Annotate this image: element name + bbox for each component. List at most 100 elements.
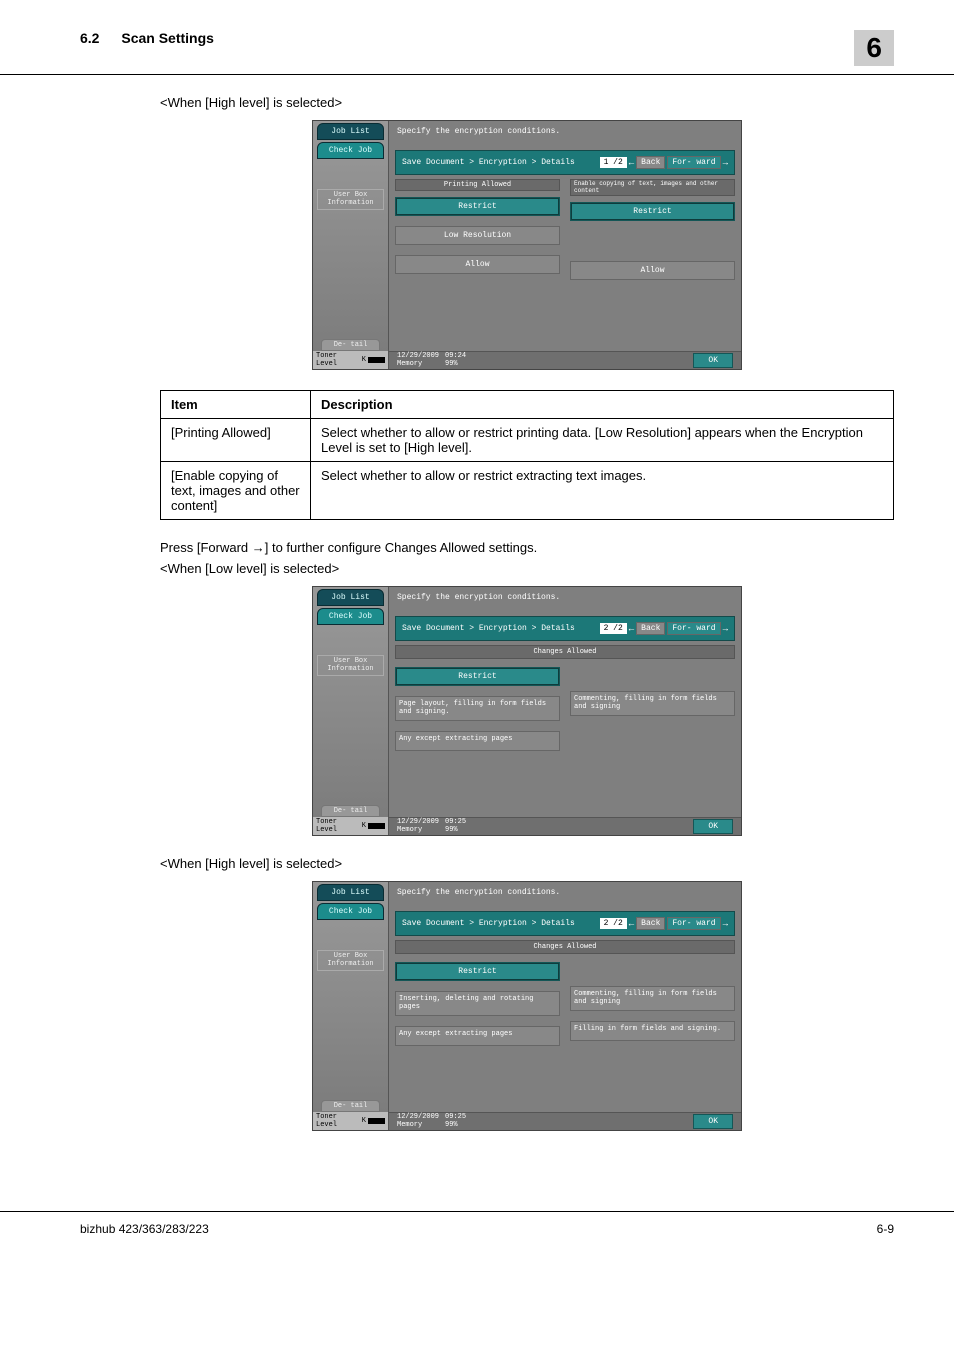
forward-button[interactable]: For- ward: [667, 917, 720, 930]
opt-any-except[interactable]: Any except extracting pages: [395, 731, 560, 751]
press-forward-text: Press [Forward →] to further configure C…: [160, 540, 894, 555]
screen-left-panel: Job List Check Job User Box Information …: [313, 882, 389, 1130]
memory-value: 99%: [445, 361, 466, 369]
memory-value: 99%: [445, 1122, 466, 1130]
opt-inserting[interactable]: Inserting, deleting and rotating pages: [395, 991, 560, 1016]
screen-printing-allowed: Job List Check Job User Box Information …: [312, 120, 742, 370]
ok-button[interactable]: OK: [693, 353, 733, 368]
arrow-right-icon: →: [723, 919, 728, 929]
opt-filling[interactable]: Filling in form fields and signing.: [570, 1021, 735, 1041]
footer-page-num: 6-9: [877, 1222, 894, 1236]
opt-commenting[interactable]: Commenting, filling in form fields and s…: [570, 986, 735, 1011]
tab-check-job[interactable]: Check Job: [317, 903, 384, 920]
tab-job-list[interactable]: Job List: [317, 589, 384, 606]
ok-button[interactable]: OK: [693, 1114, 733, 1129]
user-box-info[interactable]: User Box Information: [317, 655, 384, 676]
screen-body: Changes Allowed Restrict Page layout, fi…: [389, 641, 741, 765]
forward-button[interactable]: For- ward: [667, 622, 720, 635]
screen-footer: 12/29/2009 Memory 09:24 99% OK: [389, 351, 741, 369]
opt-restrict[interactable]: Restrict: [395, 962, 560, 981]
memory-label: Memory: [397, 1122, 439, 1130]
chapter-badge: 6: [854, 30, 894, 66]
toner-k: K: [362, 822, 366, 830]
breadcrumb-bar: Save Document > Encryption > Details 1 /…: [395, 150, 735, 175]
toner-level: Toner Level K: [313, 1112, 388, 1130]
tab-check-job[interactable]: Check Job: [317, 608, 384, 625]
footer-model: bizhub 423/363/283/223: [80, 1222, 209, 1236]
page-indicator: 1 /2: [600, 157, 627, 168]
changes-allowed-header: Changes Allowed: [395, 645, 735, 659]
tab-job-list[interactable]: Job List: [317, 123, 384, 140]
toner-bar: [368, 1118, 385, 1124]
detail-tab[interactable]: De- tail: [321, 805, 380, 817]
tab-job-list[interactable]: Job List: [317, 884, 384, 901]
screen-left-panel: Job List Check Job User Box Information …: [313, 587, 389, 835]
col-enable-copying: Enable copying of text, images and other…: [570, 179, 735, 290]
screen-body: Changes Allowed Restrict Inserting, dele…: [389, 936, 741, 1060]
opt-restrict[interactable]: Restrict: [395, 667, 560, 686]
page-footer: bizhub 423/363/283/223 6-9: [0, 1211, 954, 1266]
opt-allow-copy[interactable]: Allow: [570, 261, 735, 280]
opt-allow-print[interactable]: Allow: [395, 255, 560, 274]
screen-changes-high: Job List Check Job User Box Information …: [312, 881, 742, 1131]
back-button[interactable]: Back: [636, 156, 665, 169]
tab-check-job[interactable]: Check Job: [317, 142, 384, 159]
detail-tab[interactable]: De- tail: [321, 1100, 380, 1112]
screen-footer: 12/29/2009 Memory 09:25 99% OK: [389, 817, 741, 835]
caption-low: <When [Low level] is selected>: [160, 561, 894, 576]
datetime-area: 12/29/2009 Memory 09:25 99%: [397, 819, 466, 834]
memory-label: Memory: [397, 827, 439, 835]
ok-button[interactable]: OK: [693, 819, 733, 834]
td-item-copying: [Enable copying of text, images and othe…: [161, 462, 311, 520]
toner-k: K: [362, 356, 366, 364]
screen-right-panel: Specify the encryption conditions. Save …: [389, 882, 741, 1130]
screen-right-panel: Specify the encryption conditions. Save …: [389, 121, 741, 369]
arrow-right-icon: →: [723, 624, 728, 634]
opt-any-except[interactable]: Any except extracting pages: [395, 1026, 560, 1046]
opt-restrict-copy[interactable]: Restrict: [570, 202, 735, 221]
opt-restrict-print[interactable]: Restrict: [395, 197, 560, 216]
back-button[interactable]: Back: [636, 622, 665, 635]
content-area: <When [High level] is selected> Job List…: [0, 75, 954, 1181]
toner-bar: [368, 357, 385, 363]
breadcrumb-bar: Save Document > Encryption > Details 2 /…: [395, 911, 735, 936]
caption-high-2: <When [High level] is selected>: [160, 856, 894, 871]
breadcrumb: Save Document > Encryption > Details: [402, 158, 575, 167]
arrow-left-icon: ←: [629, 158, 634, 168]
th-description: Description: [311, 391, 894, 419]
screen-changes-low: Job List Check Job User Box Information …: [312, 586, 742, 836]
nav-controls: 1 /2 ← Back For- ward →: [600, 156, 728, 169]
user-box-info[interactable]: User Box Information: [317, 189, 384, 210]
toner-level: Toner Level K: [313, 817, 388, 835]
breadcrumb: Save Document > Encryption > Details: [402, 919, 575, 928]
datetime-area: 12/29/2009 Memory 09:25 99%: [397, 1114, 466, 1129]
toner-bar: [368, 823, 385, 829]
toner-label: Toner Level: [316, 352, 360, 368]
forward-button[interactable]: For- ward: [667, 156, 720, 169]
toner-level: Toner Level K: [313, 351, 388, 369]
screen-instruction: Specify the encryption conditions.: [389, 121, 741, 140]
user-box-info[interactable]: User Box Information: [317, 950, 384, 971]
opt-commenting[interactable]: Commenting, filling in form fields and s…: [570, 691, 735, 716]
nav-controls: 2 /2 ← Back For- ward →: [600, 917, 728, 930]
nav-controls: 2 /2 ← Back For- ward →: [600, 622, 728, 635]
col-header-copying: Enable copying of text, images and other…: [570, 179, 735, 196]
opt-page-layout[interactable]: Page layout, filling in form fields and …: [395, 696, 560, 721]
datetime-area: 12/29/2009 Memory 09:24 99%: [397, 353, 466, 368]
toner-label: Toner Level: [316, 1113, 360, 1129]
screen-instruction: Specify the encryption conditions.: [389, 587, 741, 606]
arrow-right-icon: →: [723, 158, 728, 168]
toner-k: K: [362, 1117, 366, 1125]
opt-low-resolution[interactable]: Low Resolution: [395, 226, 560, 245]
arrow-left-icon: ←: [629, 919, 634, 929]
toner-label: Toner Level: [316, 818, 360, 834]
td-item-printing: [Printing Allowed]: [161, 419, 311, 462]
arrow-left-icon: ←: [629, 624, 634, 634]
back-button[interactable]: Back: [636, 917, 665, 930]
col-header-printing: Printing Allowed: [395, 179, 560, 191]
screen-body: Printing Allowed Restrict Low Resolution…: [389, 175, 741, 294]
screen-footer: 12/29/2009 Memory 09:25 99% OK: [389, 1112, 741, 1130]
section-number: 6.2: [80, 30, 99, 46]
td-desc-copying: Select whether to allow or restrict extr…: [311, 462, 894, 520]
detail-tab[interactable]: De- tail: [321, 339, 380, 351]
